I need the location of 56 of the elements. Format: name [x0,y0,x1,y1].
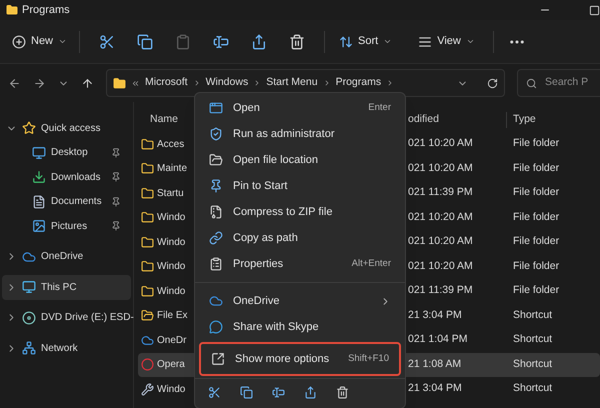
file-name: Windo [157,211,186,226]
file-name: Opera [157,358,185,372]
file-type: File folder [512,210,560,225]
date-modified: 021 1:04 PM [408,332,469,348]
menu-label: Properties [233,256,284,272]
file-type: File folder [512,283,560,298]
shortcut-text: Shift+F10 [348,352,389,366]
file-type: File folder [512,258,560,274]
menu-label: Share with Skype [233,320,319,335]
menu-label: Open file location [233,152,318,168]
date-modified: 021 10:20 AM [408,234,474,250]
date-modified: 21 3:04 PM [408,381,463,396]
file-name: Mainte [157,162,188,176]
sidebar-label: This PC [41,280,77,295]
file-type: Shortcut [512,332,552,348]
date-modified: 21 1:08 AM [408,356,462,372]
menu-label: Copy as path [233,230,298,246]
file-name: Windo [157,382,186,397]
file-type: File folder [512,234,560,250]
date-modified: 021 10:20 AM [408,136,474,152]
file-name: Acces [157,138,184,152]
date-modified: 021 10:20 AM [408,210,474,225]
menu-label: Open [233,100,260,116]
date-modified: 21 3:04 PM [408,308,463,323]
shortcut-text: Enter [368,100,391,115]
file-type: File folder [512,160,560,176]
sidebar-label: DVD Drive (E:) ESD- [41,311,134,326]
sidebar-label: Quick access [41,122,100,136]
file-type: Shortcut [512,381,552,396]
file-name: OneDr [157,334,186,348]
menu-label: OneDrive [233,294,280,309]
window-title: Programs [22,2,70,18]
date-modified: 021 11:39 PM [408,185,474,200]
file-name: Windo [157,260,186,274]
file-type: Shortcut [512,356,552,372]
menu-label: Compress to ZIP file [233,204,332,220]
file-type: File folder [512,136,560,152]
date-modified: 021 10:20 AM [408,258,474,274]
date-modified: 021 10:20 AM [408,160,474,176]
sidebar-label: Downloads [51,170,100,185]
file-type: File folder [512,185,560,200]
file-name: Windo [157,284,186,299]
file-name: Startu [157,186,184,201]
file-type: Shortcut [512,308,552,323]
menu-label: Pin to Start [233,178,288,194]
date-modified: 021 11:39 PM [408,283,474,298]
menu-label: Run as administrator [233,126,334,142]
sidebar-label: Pictures [51,220,88,234]
sidebar-label: Desktop [51,146,88,160]
file-name: Windo [157,236,186,250]
sidebar-label: Documents [51,195,102,210]
sidebar-label: OneDrive [41,250,84,264]
file-name: File Ex [157,309,188,324]
shortcut-text: Alt+Enter [352,256,391,271]
sidebar-label: Network [41,342,78,356]
menu-label: Show more options [235,352,330,367]
